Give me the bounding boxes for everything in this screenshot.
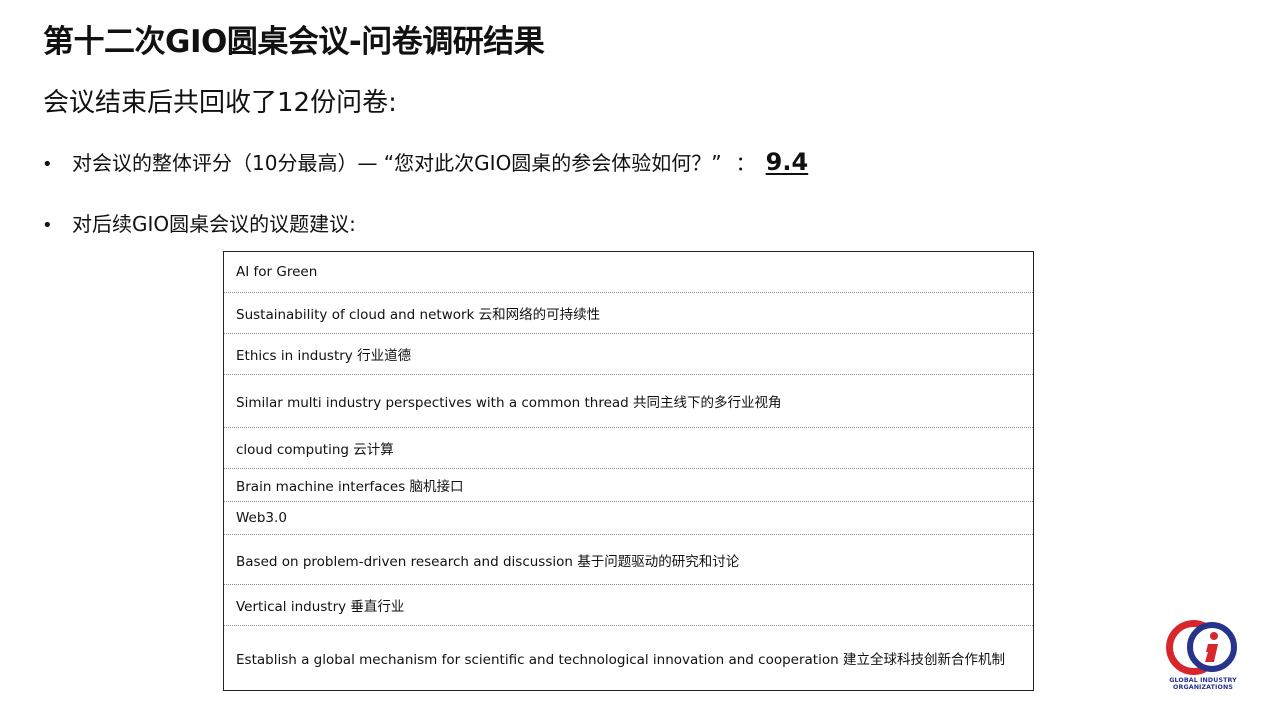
table-row: Ethics in industry 行业道德	[224, 334, 1033, 375]
table-row: Similar multi industry perspectives with…	[224, 375, 1033, 428]
topic-suggestions-item: • 对后续GIO圆桌会议的议题建议:	[42, 208, 356, 237]
topic-suggestions-table: AI for Green Sustainability of cloud and…	[223, 251, 1034, 691]
table-row: AI for Green	[224, 252, 1033, 293]
score-separator: ：	[735, 151, 756, 175]
table-row: Brain machine interfaces 脑机接口	[224, 469, 1033, 502]
table-row: Based on problem-driven research and dis…	[224, 535, 1033, 585]
table-row: Sustainability of cloud and network 云和网络…	[224, 293, 1033, 334]
overall-score-value: 9.4	[765, 148, 809, 176]
bullet-marker: •	[42, 215, 53, 236]
gio-logo: GLOBAL INDUSTRY ORGANIZATIONS	[1162, 618, 1244, 692]
table-row: Vertical industry 垂直行业	[224, 585, 1033, 626]
bullet-marker: •	[42, 154, 53, 175]
table-row: Establish a global mechanism for scienti…	[236, 652, 1005, 668]
gio-logo-icon	[1166, 620, 1237, 675]
survey-intro: 会议结束后共回收了12份问卷:	[43, 88, 397, 118]
topic-suggestions-label: 对后续GIO圆桌会议的议题建议:	[72, 212, 356, 236]
slide-title: 第十二次GIO圆桌会议-问卷调研结果	[43, 24, 545, 60]
logo-text-line1: GLOBAL INDUSTRY	[1169, 677, 1237, 684]
overall-score-label: 对会议的整体评分（10分最高）— “您对此次GIO圆桌的参会体验如何？”	[72, 151, 722, 175]
logo-text-line2: ORGANIZATIONS	[1173, 684, 1233, 691]
table-row: Web3.0	[224, 502, 1033, 535]
overall-score-item: • 对会议的整体评分（10分最高）— “您对此次GIO圆桌的参会体验如何？” ：…	[42, 147, 808, 176]
table-row: cloud computing 云计算	[224, 428, 1033, 469]
